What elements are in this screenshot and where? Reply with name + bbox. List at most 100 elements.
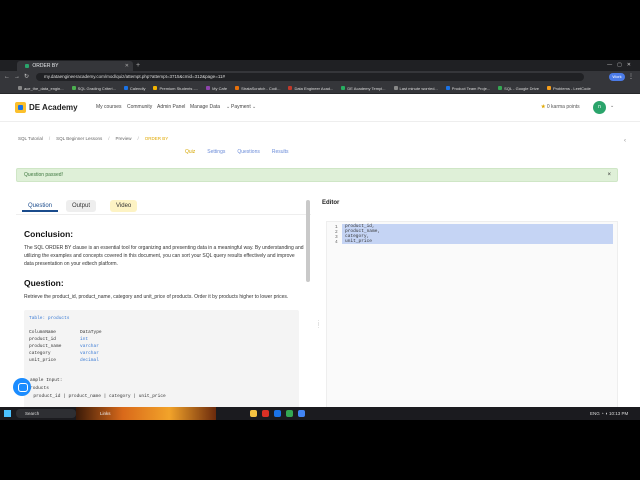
bookmark-icon xyxy=(153,86,158,90)
tab-question[interactable]: Question xyxy=(22,200,59,212)
conclusion-heading: Conclusion: xyxy=(24,229,74,239)
schema-col-header: ColumnName xyxy=(29,330,57,335)
bookmark-icon xyxy=(341,86,346,90)
close-tab-icon[interactable]: ✕ xyxy=(125,61,129,71)
quiz-tabs: Quiz Settings Questions Results xyxy=(185,149,289,155)
karma-points: ★ 0 karma points xyxy=(541,104,580,110)
bookmark-item[interactable]: SQL Grading Criteri... xyxy=(71,86,116,91)
app-icon[interactable] xyxy=(262,410,269,417)
question-text: Retrieve the product_id, product_name, c… xyxy=(24,294,289,300)
chrome-icon[interactable] xyxy=(298,410,305,417)
tab-questions[interactable]: Questions xyxy=(237,149,260,155)
code-editor[interactable]: 1 2 3 4 xyxy=(326,221,618,410)
chevron-down-icon[interactable]: ⌄ xyxy=(610,103,614,109)
chevron-down-icon: ⌄ xyxy=(252,104,257,110)
nav-my-courses[interactable]: My courses xyxy=(96,103,122,111)
editor-label: Editor xyxy=(322,200,340,206)
taskbar-links[interactable]: Links xyxy=(100,409,111,418)
clock[interactable]: 10:13 PM xyxy=(609,411,628,416)
question-content: Conclusion: The SQL ORDER BY clause is a… xyxy=(24,229,304,311)
table-label: Table: products xyxy=(29,316,70,321)
avatar[interactable]: n xyxy=(593,101,606,114)
code-line[interactable]: unit_price xyxy=(345,239,372,244)
bookmark-icon xyxy=(546,86,551,90)
bookmark-item[interactable]: Product Team Proje... xyxy=(445,86,490,91)
chevron-down-icon: ⌄ xyxy=(226,104,231,110)
breadcrumb-current: ORDER BY xyxy=(144,136,169,141)
browser-tab[interactable]: ORDER BY ✕ xyxy=(17,61,133,71)
language-indicator[interactable]: ENG xyxy=(590,411,600,416)
bookmark-item[interactable]: DE Academy Templ... xyxy=(341,86,386,91)
text-selection xyxy=(342,224,613,244)
tab-output[interactable]: Output xyxy=(66,200,97,212)
bookmark-icon xyxy=(393,86,398,90)
bookmark-icon xyxy=(206,86,211,90)
tab-settings[interactable]: Settings xyxy=(207,149,225,155)
chat-support-icon[interactable] xyxy=(13,378,31,396)
scrollbar[interactable] xyxy=(306,200,310,282)
tray-icons[interactable]: ◔ ◖ xyxy=(601,411,608,416)
taskbar-apps xyxy=(250,410,305,417)
bookmark-icon xyxy=(498,86,503,90)
resize-handle[interactable]: ⋮ ⋮ xyxy=(316,321,321,329)
close-icon[interactable]: × xyxy=(607,169,611,181)
forward-icon[interactable]: → xyxy=(14,71,20,83)
tab-video[interactable]: Video xyxy=(110,200,138,212)
question-heading: Question: xyxy=(24,278,64,288)
bookmark-icon xyxy=(71,86,76,90)
bookmark-item[interactable]: Premium Students -... xyxy=(153,86,198,91)
schema-row-name: category xyxy=(29,351,51,356)
taskbar-search[interactable]: Search xyxy=(16,409,76,418)
app-icon[interactable] xyxy=(286,410,293,417)
karma-star-icon: ★ xyxy=(541,104,546,110)
breadcrumb: SQL Tutorial / SQL Beginner Lessons / Prev… xyxy=(18,136,169,141)
tab-results[interactable]: Results xyxy=(272,149,289,155)
breadcrumb-item[interactable]: Preview xyxy=(116,136,132,141)
back-icon[interactable]: ← xyxy=(4,71,10,83)
schema-row-type: varchar xyxy=(80,344,99,349)
bookmark-item[interactable]: SQL - Google Drive xyxy=(498,86,539,91)
bookmark-icon xyxy=(18,86,22,90)
bookmark-icon xyxy=(445,86,450,90)
windows-start-icon[interactable] xyxy=(4,410,11,417)
breadcrumb-item[interactable]: SQL Tutorial xyxy=(18,136,43,141)
bookmark-item[interactable]: Last minute worried... xyxy=(393,86,438,91)
tab-title: ORDER BY xyxy=(32,63,59,69)
profile-work-button[interactable]: Work xyxy=(609,73,625,81)
line-number: 4 xyxy=(335,240,338,245)
tab-favicon-icon xyxy=(25,63,29,68)
sample-header: product_id | product_name | category | u… xyxy=(28,394,166,399)
alert-text: Question passed! xyxy=(24,172,63,178)
screen: ORDER BY ✕ + —▢✕ ← → ↻ my.dataengineerac… xyxy=(0,60,640,420)
app-icon[interactable] xyxy=(274,410,281,417)
bookmark-item[interactable]: Problems - LeetCode xyxy=(546,86,591,91)
breadcrumb-item[interactable]: SQL Beginner Lessons xyxy=(56,136,102,141)
reload-icon[interactable]: ↻ xyxy=(24,71,29,83)
menu-icon[interactable]: ⋮ xyxy=(628,71,634,83)
nav-payment[interactable]: Payment xyxy=(231,103,251,111)
bookmark-item[interactable]: My Cafe xyxy=(206,86,227,91)
bookmark-item[interactable]: ace_the_data_engin... xyxy=(18,86,64,91)
sample-table-name: roducts xyxy=(30,386,49,391)
question-panel-tabs: Question Output Video xyxy=(16,197,311,215)
schema-row-name: unit_price xyxy=(29,358,57,363)
nav-admin-panel[interactable]: Admin Panel xyxy=(157,103,185,111)
tab-strip: ORDER BY ✕ + —▢✕ xyxy=(0,60,640,71)
url-field[interactable]: my.dataengineeracademy.com/mod/quiz/atte… xyxy=(36,73,584,81)
window-controls[interactable]: —▢✕ xyxy=(607,60,636,71)
chevron-left-icon[interactable]: ‹ xyxy=(624,138,626,144)
bookmark-icon xyxy=(235,86,240,90)
tab-quiz[interactable]: Quiz xyxy=(185,149,195,155)
sample-input-label: ample Input: xyxy=(30,378,63,383)
new-tab-icon[interactable]: + xyxy=(136,61,140,71)
schema-row-name: product_name xyxy=(29,344,62,349)
bookmark-item[interactable]: StrataScratch - Codi... xyxy=(235,86,280,91)
logo[interactable]: DE Academy xyxy=(15,102,78,113)
bookmark-item[interactable]: Calendly xyxy=(123,86,145,91)
file-explorer-icon[interactable] xyxy=(250,410,257,417)
nav-manage-data[interactable]: Manage Data xyxy=(190,103,220,111)
schema-row-name: product_id xyxy=(29,337,57,342)
bookmark-item[interactable]: Data Engineer Acad... xyxy=(288,86,333,91)
nav-community[interactable]: Community xyxy=(127,103,152,111)
bookmark-icon xyxy=(288,86,293,90)
